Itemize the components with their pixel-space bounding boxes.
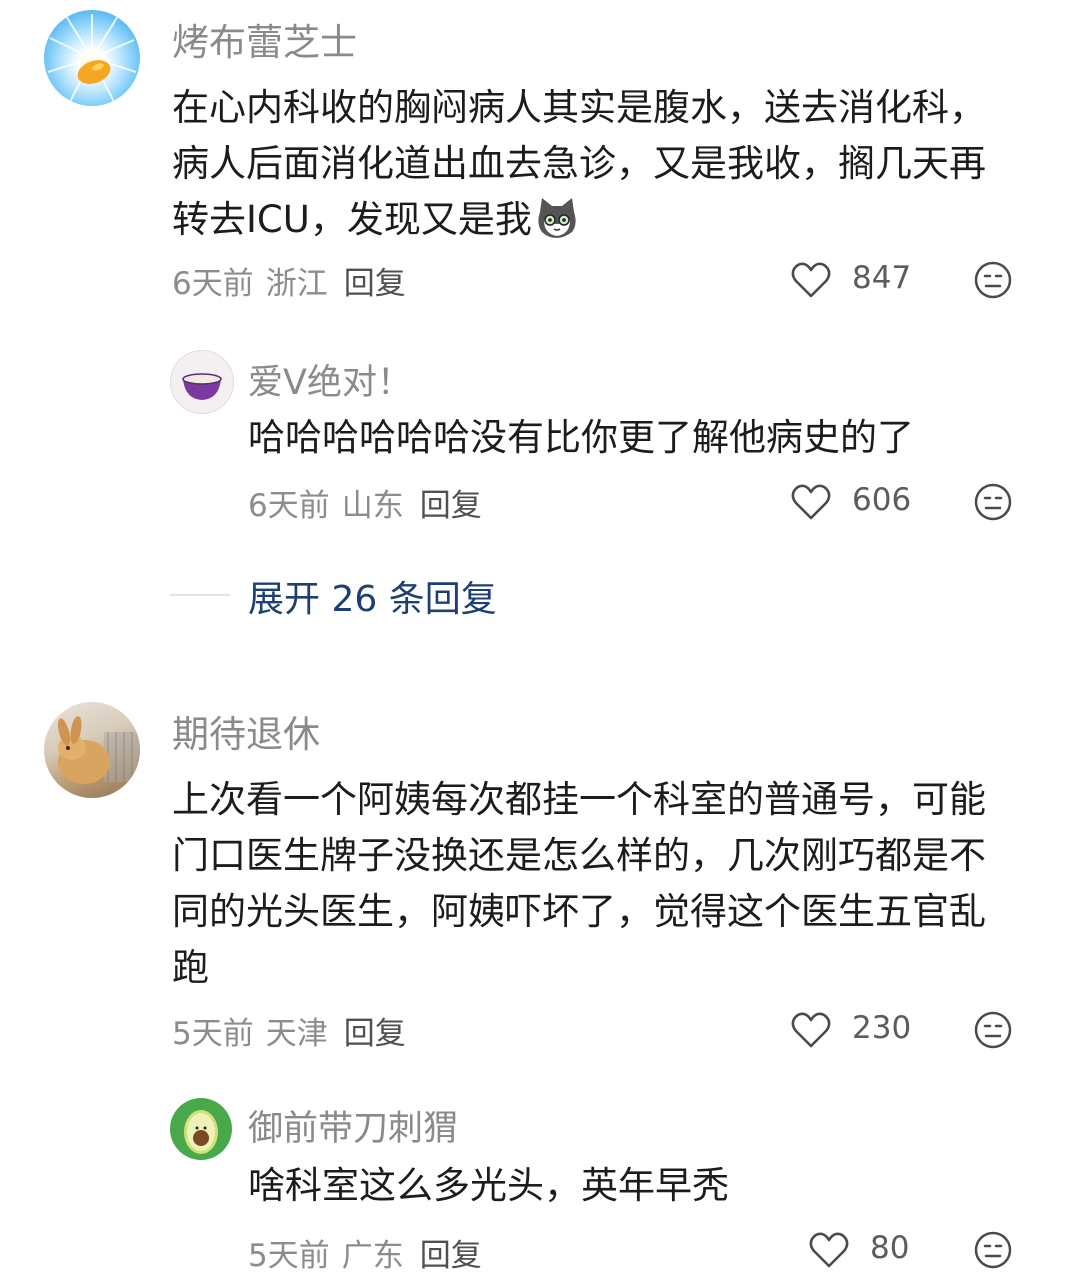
rabbit-icon [57, 716, 140, 784]
user-avatar[interactable] [170, 1098, 232, 1160]
user-avatar[interactable] [170, 350, 234, 414]
avocado-icon [184, 1110, 218, 1154]
reply-meta: 5天前 广东 回复 [248, 1230, 482, 1275]
reply-button[interactable]: 回复 [420, 1238, 482, 1274]
heart-icon[interactable] [790, 482, 832, 522]
comment-region: 天津 [265, 1016, 328, 1052]
like-count: 606 [852, 482, 912, 518]
reply-button[interactable]: 回复 [344, 266, 406, 302]
sun-mango-icon [47, 14, 137, 103]
comment-text: 在心内科收的胸闷病人其实是腹水，送去消化科，病人后面消化道出血去急诊，又是我收，… [172, 80, 1022, 248]
username[interactable]: 期待退休 [172, 704, 320, 758]
comment-text: 上次看一个阿姨每次都挂一个科室的普通号，可能门口医生牌子没换还是怎么样的，几次刚… [172, 778, 986, 989]
expand-replies-button[interactable]: 展开 26 条回复 [248, 570, 497, 622]
reply-button[interactable]: 回复 [420, 488, 482, 524]
dislike-icon[interactable] [973, 1230, 1013, 1270]
reply-button[interactable]: 回复 [344, 1016, 406, 1052]
reply-text: 哈哈哈哈哈哈没有比你更了解他病史的了 [248, 416, 914, 459]
like-count: 230 [852, 1010, 912, 1046]
dislike-icon[interactable] [973, 260, 1013, 300]
dislike-icon[interactable] [973, 1010, 1013, 1050]
user-avatar[interactable] [44, 702, 140, 798]
cat-emoji-icon [534, 194, 580, 240]
username[interactable]: 御前带刀刺猬 [248, 1100, 458, 1151]
reply-region: 广东 [341, 1238, 404, 1274]
comment-meta: 5天前 天津 回复 [172, 1008, 406, 1053]
comment-time: 6天前 [172, 266, 254, 302]
heart-icon[interactable] [790, 1010, 832, 1050]
reply-meta: 6天前 山东 回复 [248, 480, 482, 525]
like-count: 847 [852, 260, 912, 296]
comment-region: 浙江 [265, 266, 328, 302]
purple-bowl-icon [182, 373, 222, 400]
reply-region: 山东 [341, 488, 404, 524]
dislike-icon[interactable] [973, 482, 1013, 522]
user-avatar[interactable] [44, 10, 140, 106]
reply-time: 5天前 [248, 1238, 330, 1274]
comment-meta: 6天前 浙江 回复 [172, 258, 406, 303]
username[interactable]: 烤布蕾芝士 [172, 12, 357, 66]
comment-time: 5天前 [172, 1016, 254, 1052]
like-count: 80 [870, 1230, 910, 1266]
username[interactable]: 爱V绝对！ [248, 354, 412, 405]
reply-time: 6天前 [248, 488, 330, 524]
heart-icon[interactable] [790, 260, 832, 300]
expand-divider [170, 594, 230, 596]
heart-icon[interactable] [808, 1230, 850, 1270]
reply-text: 啥科室这么多光头，英年早秃 [248, 1164, 729, 1207]
